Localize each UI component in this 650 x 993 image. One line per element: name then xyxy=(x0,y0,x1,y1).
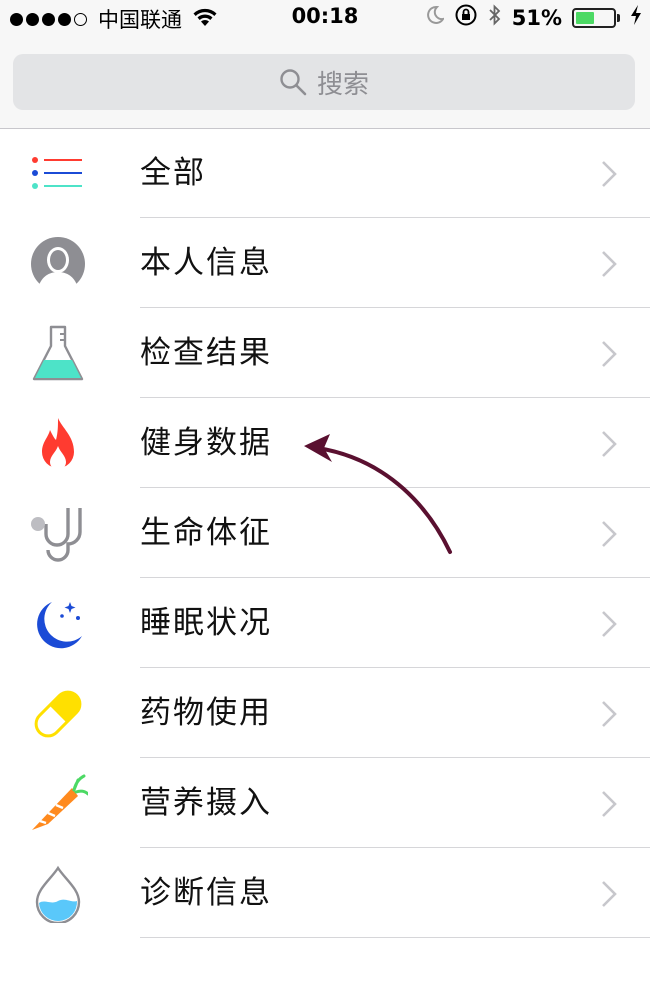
category-label: 检查结果 xyxy=(140,335,272,371)
chevron-right-icon xyxy=(602,701,617,727)
chevron-right-icon xyxy=(602,161,617,187)
charging-icon xyxy=(630,4,642,31)
flame-icon xyxy=(28,414,88,474)
bluetooth-icon xyxy=(488,4,502,31)
moon-icon xyxy=(28,594,88,654)
do-not-disturb-icon xyxy=(426,5,445,30)
chevron-right-icon xyxy=(602,791,617,817)
stethoscope-icon xyxy=(28,504,88,564)
category-row-medications[interactable]: 药物使用 xyxy=(0,668,650,758)
flask-icon xyxy=(28,324,88,384)
chevron-right-icon xyxy=(602,611,617,637)
category-label: 全部 xyxy=(140,155,206,191)
category-row-lab-results[interactable]: 检查结果 xyxy=(0,308,650,398)
chevron-right-icon xyxy=(602,341,617,367)
category-row-personal-info[interactable]: 本人信息 xyxy=(0,218,650,308)
category-label: 营养摄入 xyxy=(140,785,272,821)
rotation-lock-icon xyxy=(454,4,478,31)
category-row-diagnosis[interactable]: 诊断信息 xyxy=(0,848,650,938)
chevron-right-icon xyxy=(602,881,617,907)
person-icon xyxy=(28,234,88,294)
search-header: 搜索 xyxy=(0,36,650,129)
category-row-nutrition[interactable]: 营养摄入 xyxy=(0,758,650,848)
status-bar: 中国联通 00:18 51% xyxy=(0,0,650,36)
search-icon xyxy=(280,69,307,96)
category-label: 药物使用 xyxy=(140,695,272,731)
category-label: 本人信息 xyxy=(140,245,272,281)
battery-icon xyxy=(572,7,620,28)
category-label: 生命体征 xyxy=(140,515,272,551)
category-row-sleep[interactable]: 睡眠状况 xyxy=(0,578,650,668)
annotation-arrow-icon xyxy=(304,434,452,554)
category-label: 健身数据 xyxy=(140,425,272,461)
chevron-right-icon xyxy=(602,431,617,457)
category-label: 睡眠状况 xyxy=(140,605,272,641)
pill-icon xyxy=(28,684,88,744)
drop-icon xyxy=(28,864,88,924)
category-label: 诊断信息 xyxy=(140,875,272,911)
search-placeholder: 搜索 xyxy=(316,69,369,100)
carrot-icon xyxy=(28,774,88,834)
category-row-all[interactable]: 全部 xyxy=(0,128,650,218)
list-icon xyxy=(28,144,88,204)
search-input[interactable]: 搜索 xyxy=(13,54,635,110)
battery-percent: 51% xyxy=(511,5,562,30)
chevron-right-icon xyxy=(602,521,617,547)
chevron-right-icon xyxy=(602,251,617,277)
